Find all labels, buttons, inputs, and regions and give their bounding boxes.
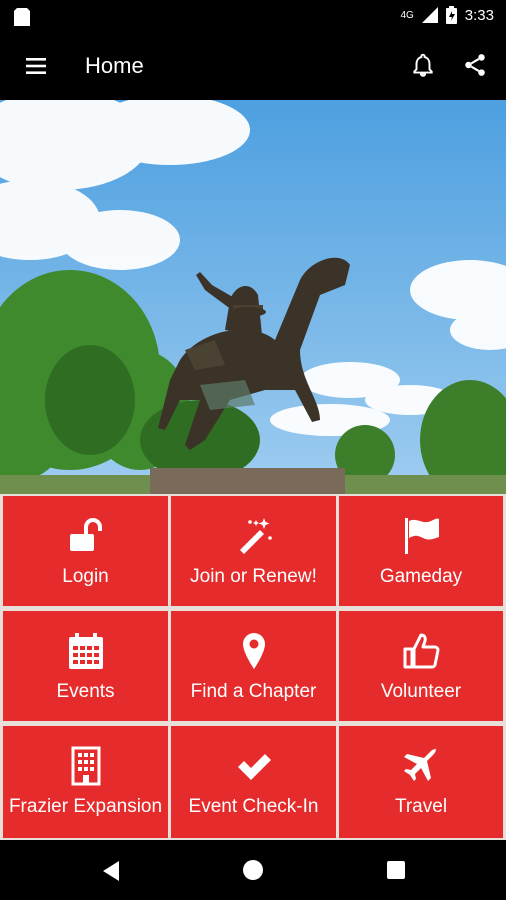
find-chapter-button[interactable]: Find a Chapter (171, 611, 336, 721)
thumbs-up-icon (401, 631, 441, 671)
check-icon (234, 746, 274, 786)
tile-label: Event Check-In (188, 796, 319, 817)
tile-label: Volunteer (380, 681, 462, 702)
tile-label: Join or Renew! (190, 566, 317, 587)
building-icon (66, 746, 106, 786)
tile-label: Find a Chapter (190, 681, 317, 702)
tile-label: Events (56, 681, 115, 702)
home-icon[interactable] (242, 859, 264, 881)
tile-label: Login (62, 566, 109, 587)
tile-label: Gameday (379, 566, 463, 587)
join-renew-button[interactable]: Join or Renew! (171, 496, 336, 606)
flag-icon (401, 516, 441, 556)
system-nav-bar (0, 840, 506, 900)
hero-image (0, 100, 506, 494)
status-bar: 4G 3:33 (0, 0, 506, 32)
magic-wand-icon (234, 516, 274, 556)
sd-card-icon (14, 8, 30, 31)
volunteer-button[interactable]: Volunteer (339, 611, 503, 721)
event-check-in-button[interactable]: Event Check-In (171, 726, 336, 838)
tile-label: Frazier Expansion (8, 796, 163, 817)
bell-icon[interactable] (410, 52, 436, 78)
login-button[interactable]: Login (3, 496, 168, 606)
menu-icon[interactable] (24, 54, 48, 78)
battery-icon (445, 6, 457, 24)
events-button[interactable]: Events (3, 611, 168, 721)
recents-icon[interactable] (386, 860, 406, 880)
back-icon[interactable] (101, 860, 121, 882)
airplane-icon (401, 746, 441, 786)
network-label: 4G (400, 9, 414, 21)
travel-button[interactable]: Travel (339, 726, 503, 838)
gameday-button[interactable]: Gameday (339, 496, 503, 606)
frazier-expansion-button[interactable]: Frazier Expansion (3, 726, 168, 838)
app-bar: Home (0, 32, 506, 100)
menu-grid: Login Join or Renew! Gameday Events Find… (0, 494, 506, 840)
unlock-icon (66, 516, 106, 556)
share-icon[interactable] (462, 52, 488, 78)
clock: 3:33 (464, 6, 494, 24)
page-title: Home (85, 53, 144, 78)
tile-label: Travel (394, 796, 448, 817)
map-pin-icon (234, 631, 274, 671)
calendar-icon (66, 631, 106, 671)
signal-icon (421, 7, 438, 23)
